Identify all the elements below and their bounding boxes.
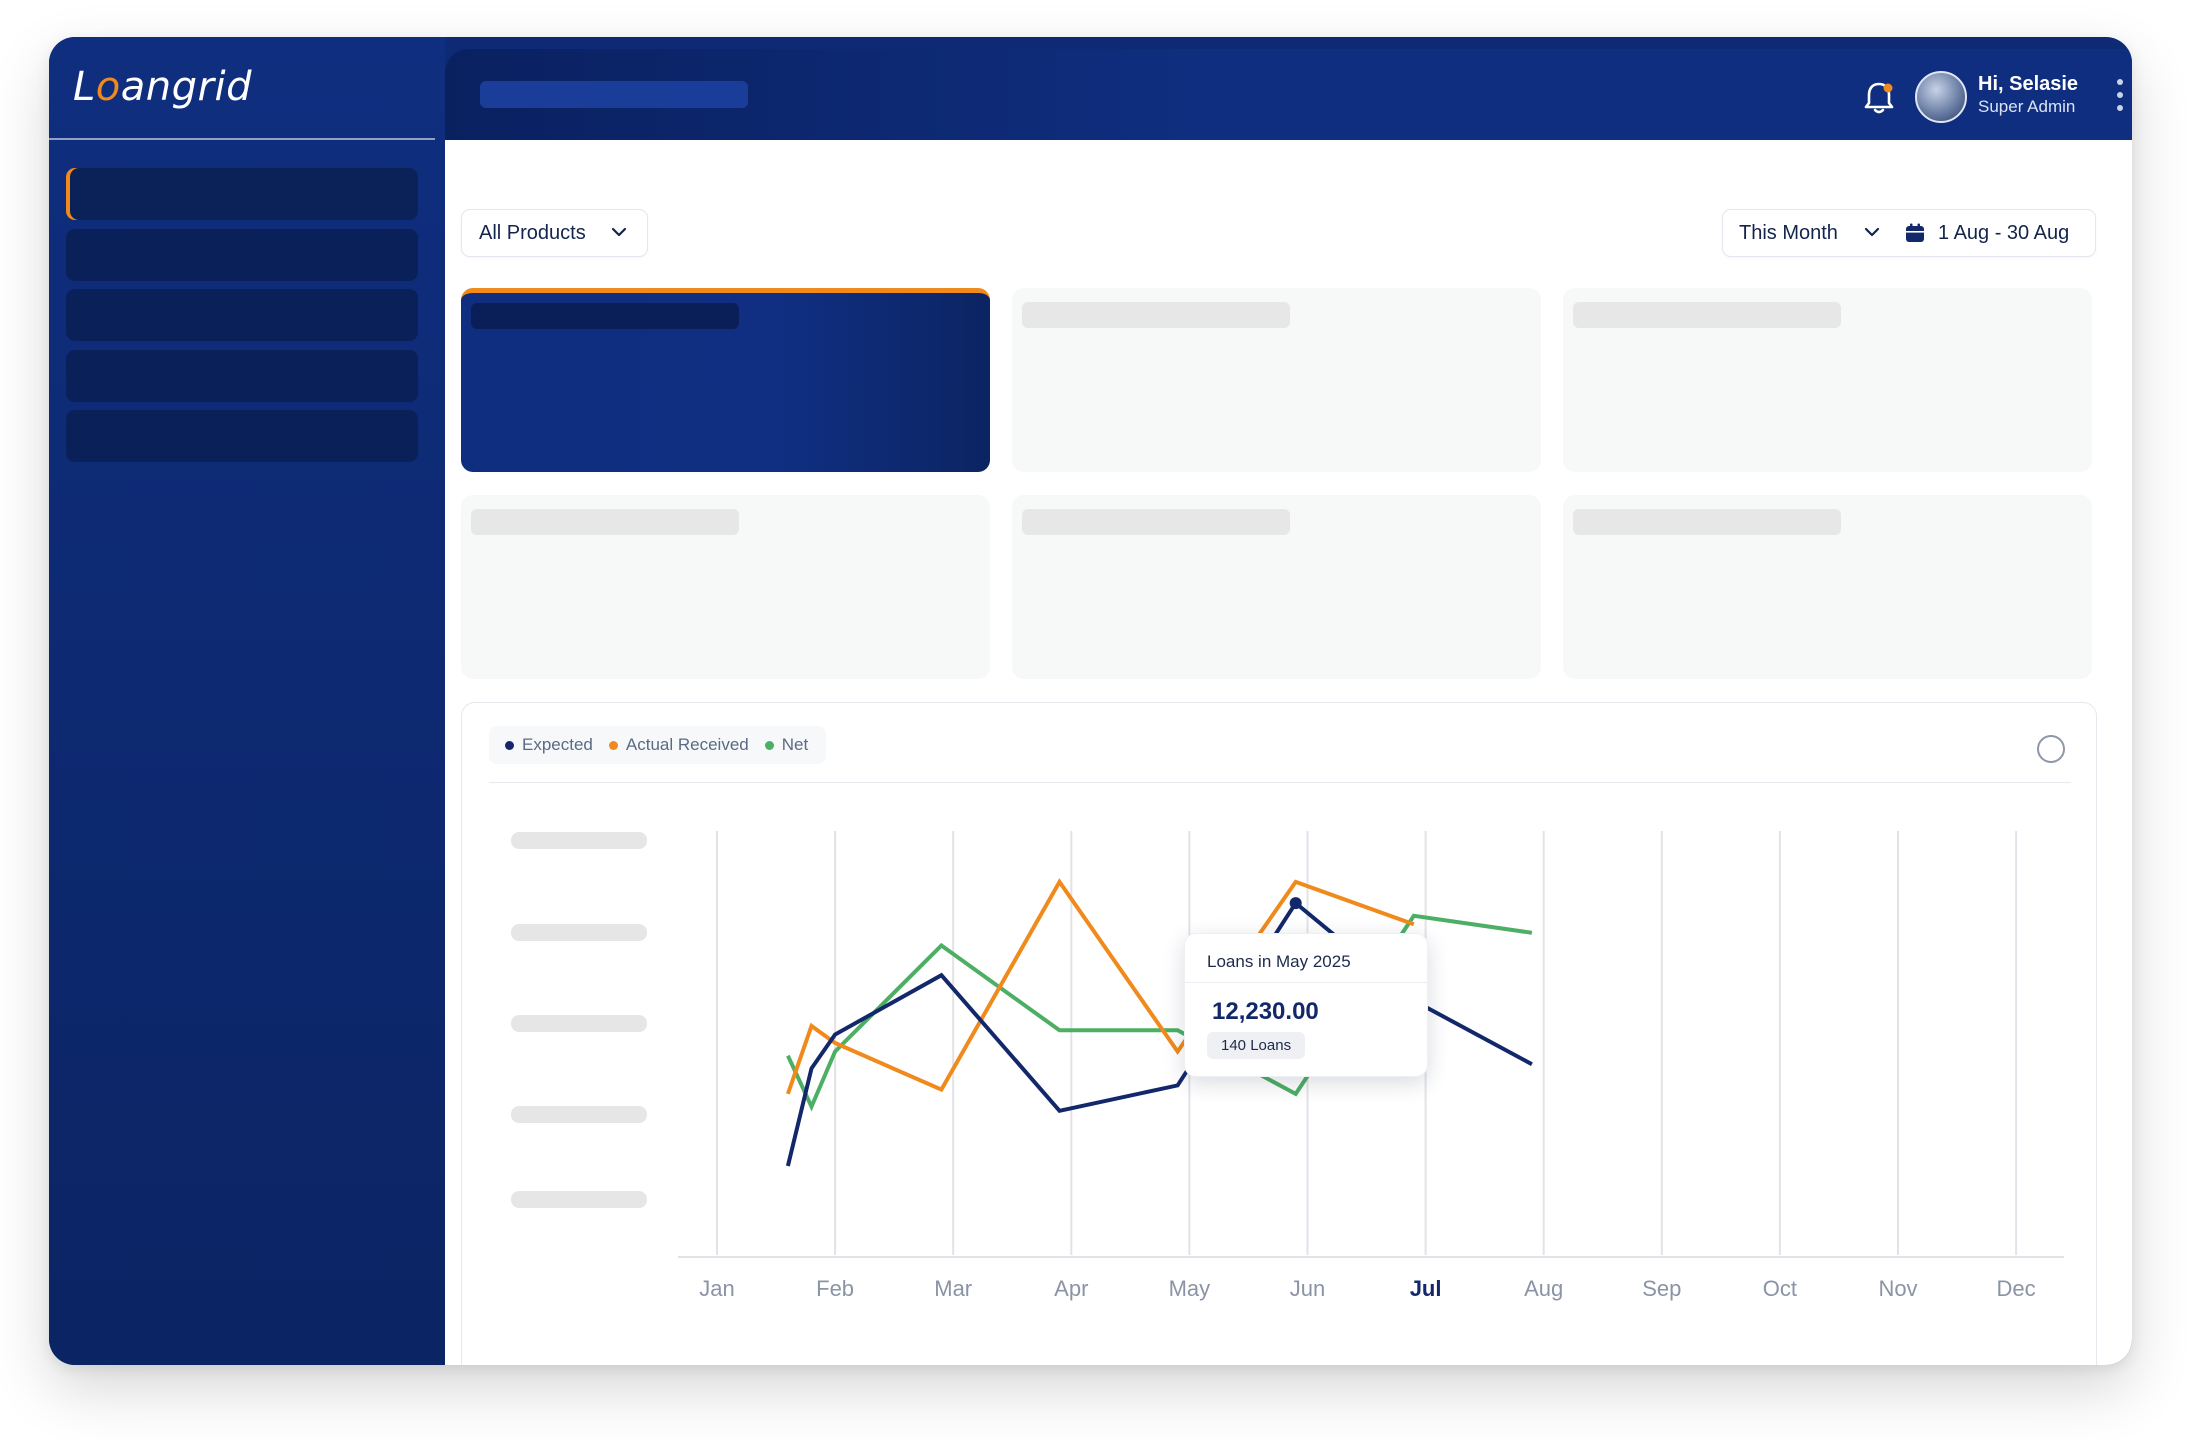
user-role: Super Admin — [1978, 97, 2076, 116]
logo[interactable]: Loangrid — [73, 64, 252, 110]
stat-card-5[interactable] — [1012, 495, 1541, 679]
user-greeting: Hi, Selasie — [1978, 73, 2079, 95]
x-tick-label-oct: Oct — [1763, 1276, 1797, 1301]
sidebar: Loangrid — [49, 37, 445, 1365]
stat-card-6[interactable] — [1563, 495, 2092, 679]
x-tick-label-may: May — [1169, 1276, 1211, 1301]
period-dropdown-label: This Month — [1739, 222, 1838, 244]
calendar-icon — [1906, 223, 1924, 242]
stat-card-3[interactable] — [1563, 288, 2092, 472]
sidebar-item-3[interactable] — [66, 289, 418, 341]
stat-card-skeleton — [1022, 302, 1290, 328]
sidebar-item-4[interactable] — [66, 350, 418, 402]
date-range-picker[interactable]: 1 Aug - 30 Aug — [1898, 210, 2095, 256]
date-range-label: 1 Aug - 30 Aug — [1938, 222, 2070, 244]
stat-card-skeleton — [1573, 302, 1841, 328]
more-menu-icon[interactable] — [2117, 79, 2125, 111]
x-tick-label-jan: Jan — [699, 1276, 734, 1301]
tooltip-title: Loans in May 2025 — [1207, 952, 1351, 971]
tooltip-divider — [1185, 982, 1427, 983]
chevron-down-icon — [611, 227, 627, 237]
page-title-skeleton — [480, 81, 748, 108]
stat-card-skeleton — [1022, 509, 1290, 535]
sidebar-divider — [49, 138, 435, 140]
x-tick-label-jul: Jul — [1410, 1276, 1442, 1301]
stat-card-2[interactable] — [1012, 288, 1541, 472]
sidebar-item-2[interactable] — [66, 229, 418, 281]
user-avatar[interactable] — [1915, 71, 1967, 123]
x-tick-label-feb: Feb — [816, 1276, 854, 1301]
main-content: All Products This Month 1 Aug - 30 Aug E… — [445, 140, 2132, 1365]
tooltip-loans-badge: 140 Loans — [1207, 1032, 1306, 1059]
notification-bell-icon[interactable] — [1861, 79, 1897, 117]
x-tick-label-jun: Jun — [1290, 1276, 1325, 1301]
products-dropdown[interactable]: All Products — [461, 209, 648, 257]
loans-chart-panel: Expected Actual Received Net Jan Feb Mar Ap… — [461, 702, 2097, 1365]
x-tick-label-apr: Apr — [1054, 1276, 1088, 1301]
stat-card-skeleton — [471, 509, 739, 535]
chart-tooltip: Loans in May 2025 12,230.00 140 Loans — [1184, 933, 1428, 1077]
sidebar-item-active[interactable] — [66, 168, 418, 220]
stat-card-4[interactable] — [461, 495, 990, 679]
app-window: Loangrid Hi, Selasie Super Admin All Pro… — [49, 37, 2132, 1365]
chevron-down-icon — [1864, 227, 1880, 237]
products-dropdown-label: All Products — [479, 222, 586, 244]
stat-card-1[interactable] — [461, 288, 990, 472]
x-tick-label-sep: Sep — [1642, 1276, 1681, 1301]
stat-card-skeleton — [471, 303, 739, 329]
x-tick-label-mar: Mar — [934, 1276, 972, 1301]
x-tick-label-nov: Nov — [1878, 1276, 1917, 1301]
highlight-point-expected — [1289, 897, 1302, 910]
date-filter: This Month 1 Aug - 30 Aug — [1722, 209, 2096, 257]
tooltip-value: 12,230.00 — [1212, 998, 1319, 1025]
period-dropdown[interactable]: This Month — [1723, 210, 1898, 256]
stat-card-skeleton — [1573, 509, 1841, 535]
top-bar: Hi, Selasie Super Admin — [445, 49, 2132, 143]
sidebar-item-5[interactable] — [66, 410, 418, 462]
x-tick-label-aug: Aug — [1524, 1276, 1563, 1301]
x-tick-label-dec: Dec — [1997, 1276, 2036, 1301]
